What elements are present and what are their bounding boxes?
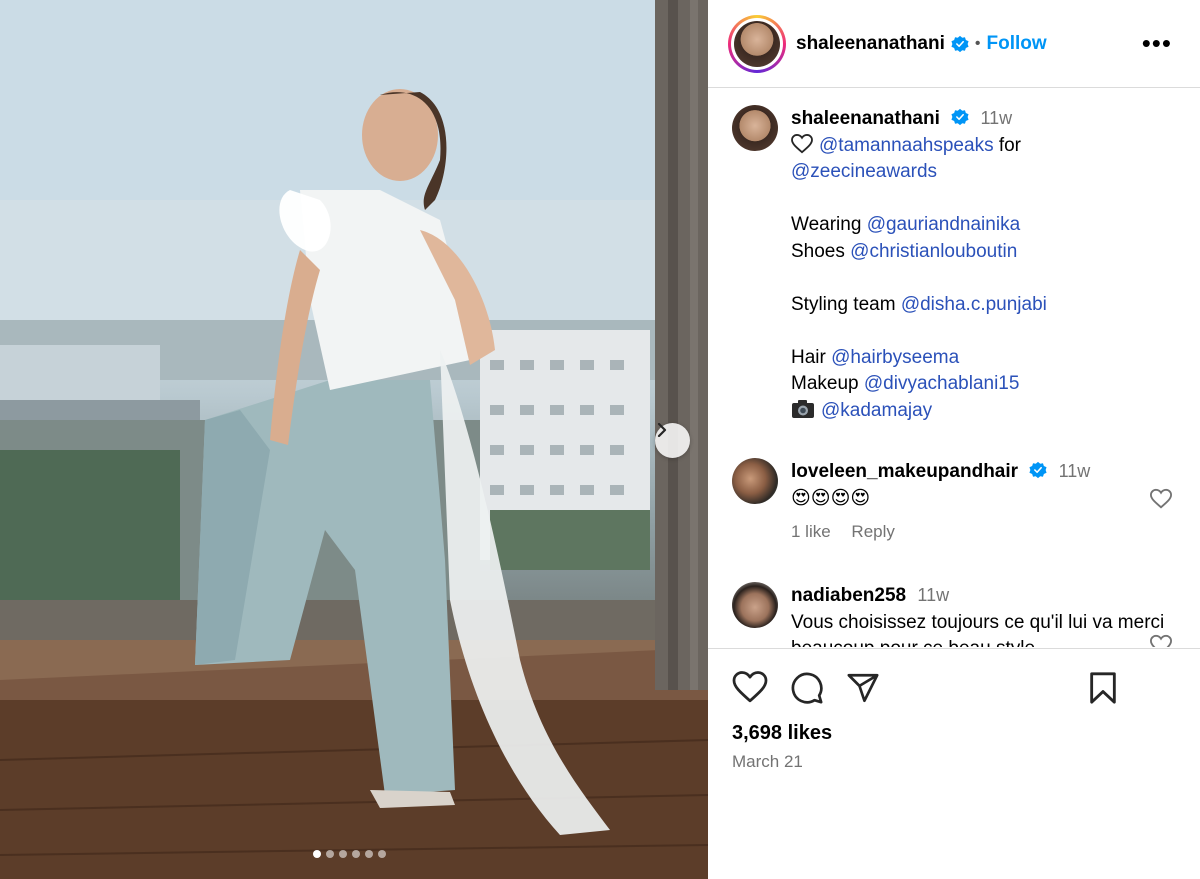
post-date: March 21: [732, 752, 803, 771]
caption-username[interactable]: shaleenanathani: [791, 108, 940, 129]
verified-badge-icon: [951, 108, 969, 126]
comment-reply-button[interactable]: Reply: [851, 522, 894, 541]
post-header: shaleenanathani • Follow •••: [708, 0, 1200, 88]
caption-text: Styling team: [791, 293, 901, 315]
caption-line: @kadamajay: [791, 398, 1172, 425]
bookmark-icon[interactable]: [1088, 671, 1118, 705]
caption-line: @zeecineawards: [791, 159, 1172, 186]
heart-icon[interactable]: [732, 671, 768, 703]
more-options-button[interactable]: •••: [1142, 30, 1172, 56]
caption-mention[interactable]: @hairbyseema: [831, 347, 959, 368]
caption-line: Hair @hairbyseema: [791, 345, 1172, 372]
comment-time: 11w: [917, 585, 950, 605]
caption-avatar[interactable]: [732, 105, 778, 151]
comment-icon[interactable]: [790, 671, 824, 705]
caption-text: Wearing: [791, 214, 867, 235]
comment-username[interactable]: nadiaben258: [791, 585, 906, 606]
comment-likes[interactable]: 1 like: [791, 522, 831, 541]
camera-icon: [792, 399, 814, 418]
comment-avatar[interactable]: [732, 582, 778, 628]
photo-illustration: [0, 0, 708, 879]
caption-text: for: [993, 134, 1022, 156]
comment-time: 11w: [1058, 461, 1091, 481]
caption-text: Shoes: [791, 240, 851, 262]
caption-line: Styling team @disha.c.punjabi: [791, 292, 1172, 319]
comment-text: 😍😍😍😍: [791, 487, 871, 509]
caption-mention[interactable]: @tamannaahspeaks: [819, 135, 994, 156]
follow-button[interactable]: Follow: [987, 33, 1047, 55]
caption-mention[interactable]: @disha.c.punjabi: [901, 294, 1047, 315]
comment-item: nadiaben258 11w Vous choisissez toujours…: [732, 582, 1172, 647]
caption-mention[interactable]: @divyachablani15: [864, 373, 1020, 394]
carousel-indicator: [313, 850, 386, 858]
carousel-dot: [313, 850, 321, 858]
caption-comment: shaleenanathani 11w @tamannaahspeaks for…: [732, 105, 1172, 424]
post-photo[interactable]: [0, 0, 708, 879]
heart-icon[interactable]: [1150, 634, 1172, 647]
verified-badge-icon: [1029, 461, 1047, 479]
carousel-dot: [365, 850, 373, 858]
caption-mention[interactable]: @christianlouboutin: [850, 241, 1017, 262]
caption-line: Wearing @gauriandnainika: [791, 212, 1172, 239]
header-separator: •: [974, 34, 981, 52]
comments-list[interactable]: shaleenanathani 11w @tamannaahspeaks for…: [708, 89, 1200, 647]
comment-text: Vous choisissez toujours ce qu'il lui va…: [791, 611, 1165, 648]
paper-plane-icon[interactable]: [846, 671, 880, 705]
caption-line: Makeup @divyachablani15: [791, 371, 1172, 398]
comment-avatar[interactable]: [732, 458, 778, 504]
comment-item: loveleen_makeupandhair 11w 😍😍😍😍 1 like R…: [732, 458, 1172, 542]
caption-line: Shoes @christianlouboutin: [791, 239, 1172, 266]
heart-icon[interactable]: [1150, 488, 1172, 510]
post-sidebar: shaleenanathani • Follow ••• shaleenanat…: [708, 0, 1200, 879]
comment-meta: 1 like Reply: [791, 522, 1172, 542]
author-avatar[interactable]: [728, 14, 786, 73]
carousel-dot: [378, 850, 386, 858]
carousel-dot: [352, 850, 360, 858]
caption-mention[interactable]: @zeecineawards: [791, 161, 937, 182]
like-count[interactable]: 3,698 likes: [732, 722, 832, 745]
heart-outline-icon: [791, 133, 813, 153]
caption-time: 11w: [980, 108, 1013, 128]
comment-username[interactable]: loveleen_makeupandhair: [791, 461, 1018, 482]
chevron-right-icon: [657, 423, 667, 437]
caption-text: Makeup: [791, 373, 864, 394]
carousel-dot: [326, 850, 334, 858]
caption-line: @tamannaahspeaks for: [791, 133, 1172, 160]
carousel-next-button[interactable]: [655, 423, 690, 458]
caption-mention[interactable]: @gauriandnainika: [867, 214, 1020, 235]
post-actions: 3,698 likes March 21: [708, 648, 1200, 879]
caption-mention[interactable]: @kadamajay: [821, 400, 932, 421]
verified-badge-icon: [951, 35, 969, 52]
carousel-dot: [339, 850, 347, 858]
author-username[interactable]: shaleenanathani: [796, 33, 945, 55]
caption-text: Hair: [791, 346, 832, 368]
